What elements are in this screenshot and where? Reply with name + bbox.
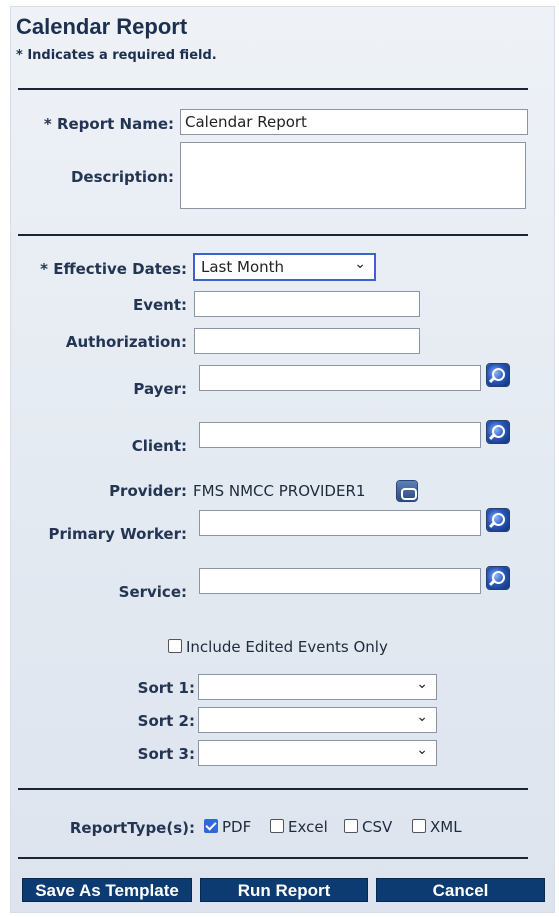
include-edited-label: Include Edited Events Only [186,638,388,656]
client-input[interactable] [199,422,481,448]
required-note: * Indicates a required field. [16,48,217,63]
service-input[interactable] [199,568,481,594]
service-label: Service: [118,583,187,601]
service-search-icon[interactable] [487,567,509,589]
payer-label: Payer: [133,380,187,398]
divider [18,857,528,859]
excel-label: Excel [288,818,328,836]
xml-label: XML [430,818,462,836]
page-title: Calendar Report [16,14,188,39]
pdf-label: PDF [222,818,252,836]
sort3-select[interactable]: ⌄ [198,740,437,766]
chevron-down-icon: ⌄ [416,709,428,725]
xml-checkbox[interactable] [412,819,426,833]
save-as-template-button[interactable]: Save As Template [22,878,192,902]
sort2-label: Sort 2: [137,712,195,730]
sort1-select[interactable]: ⌄ [198,674,437,700]
run-report-button[interactable]: Run Report [200,878,368,902]
provider-label: Provider: [109,482,187,500]
pdf-checkbox[interactable] [204,819,218,833]
primary-worker-input[interactable] [199,510,481,536]
csv-checkbox[interactable] [344,819,358,833]
chevron-down-icon: ⌄ [354,256,366,272]
description-label: Description: [70,168,174,186]
event-label: Event: [132,296,187,314]
cancel-button[interactable]: Cancel [376,878,545,902]
sort2-select[interactable]: ⌄ [198,707,437,733]
sort1-label: Sort 1: [137,679,195,697]
primary-worker-search-icon[interactable] [487,509,509,531]
effective-dates-label: * Effective Dates: [40,260,187,278]
divider [18,234,528,236]
payer-search-icon[interactable] [487,364,509,386]
provider-value: FMS NMCC PROVIDER1 [193,482,366,500]
report-name-label: * Report Name: [43,115,174,133]
chevron-down-icon: ⌄ [416,742,428,758]
effective-dates-select[interactable]: Last Month ⌄ [193,253,376,281]
primary-worker-label: Primary Worker: [48,525,187,543]
effective-dates-value: Last Month [201,258,285,276]
csv-label: CSV [362,818,393,836]
divider [18,788,528,790]
divider [18,88,528,90]
report-name-input[interactable] [180,109,528,135]
excel-checkbox[interactable] [270,819,284,833]
report-types-label: ReportType(s): [69,819,195,837]
chevron-down-icon: ⌄ [416,676,428,692]
authorization-label: Authorization: [65,333,187,351]
include-edited-checkbox[interactable] [168,639,182,653]
payer-input[interactable] [199,365,481,391]
event-input[interactable] [194,291,420,317]
provider-copy-icon[interactable] [397,481,417,501]
authorization-input[interactable] [194,328,420,354]
description-textarea[interactable] [180,142,526,209]
sort3-label: Sort 3: [137,745,195,763]
client-label: Client: [131,437,187,455]
client-search-icon[interactable] [487,421,509,443]
